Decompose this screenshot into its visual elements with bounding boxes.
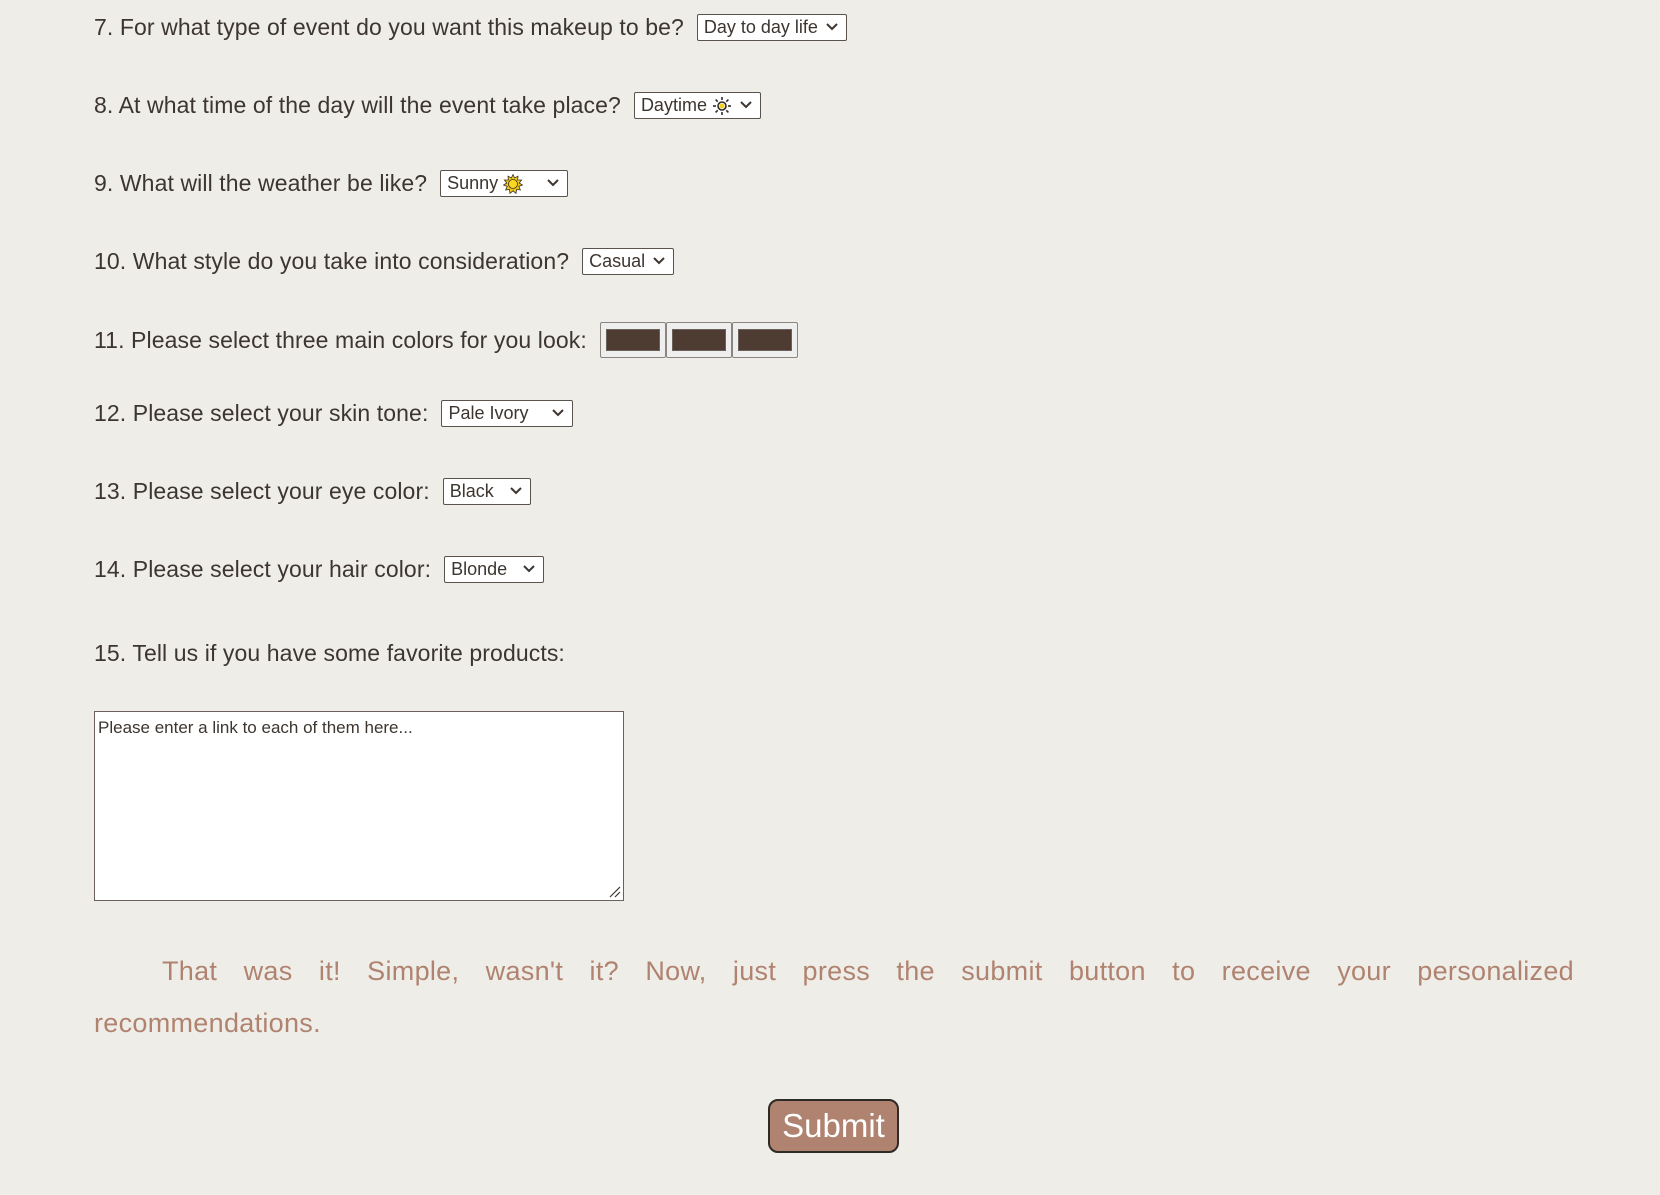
resize-handle-icon[interactable] [609,886,621,898]
sun-yellow-icon [503,173,524,194]
time-of-day-select[interactable]: Daytime [633,92,761,119]
question-13-label: 13. Please select your eye color: [94,478,430,504]
skin-tone-value: Pale Ivory [448,403,529,423]
favorite-products-textarea[interactable]: Please enter a link to each of them here… [94,711,624,901]
hair-color-value: Blonde [451,559,508,579]
submit-button[interactable]: Submit [768,1099,899,1153]
event-type-select[interactable]: Day to day life [696,14,847,41]
event-type-value: Day to day life [703,17,818,37]
hair-color-select[interactable]: Blonde [444,556,545,583]
question-14-label: 14. Please select your hair color: [94,556,432,582]
chevron-down-icon [552,408,565,416]
question-13: 13. Please select your eye color: Black [94,478,531,505]
chevron-down-icon [547,178,559,186]
question-9: 9. What will the weather be like? Sunny [94,170,569,197]
chevron-down-icon [740,100,752,108]
question-8-label: 8. At what time of the day will the even… [94,92,621,118]
skin-tone-select[interactable]: Pale Ivory [441,400,574,427]
color-swatch-3 [737,329,792,351]
chevron-down-icon [653,256,665,264]
question-11-label: 11. Please select three main colors for … [94,326,587,353]
color-swatch-1 [605,329,660,351]
chevron-down-icon [510,486,522,494]
question-10-label: 10. What style do you take into consider… [94,248,570,274]
color-pickers [599,322,798,358]
time-of-day-value: Daytime [640,95,707,115]
question-8: 8. At what time of the day will the even… [94,92,761,119]
question-10: 10. What style do you take into consider… [94,248,675,275]
style-select[interactable]: Casual [582,248,675,275]
favorite-products-placeholder: Please enter a link to each of them here… [98,718,413,737]
chevron-down-icon [523,564,535,572]
weather-select[interactable]: Sunny [440,170,569,197]
weather-value: Sunny [447,173,499,193]
closing-message: That was it! Simple, wasn't it? Now, jus… [94,956,1574,1038]
eye-color-value: Black [449,481,494,501]
question-11: 11. Please select three main colors for … [94,322,798,358]
question-12-label: 12. Please select your skin tone: [94,400,429,426]
chevron-down-icon [826,22,838,30]
color-swatch-2 [671,329,726,351]
question-7-label: 7. For what type of event do you want th… [94,14,684,40]
color-picker-1[interactable] [599,322,666,358]
question-15-label: 15. Tell us if you have some favorite pr… [94,640,565,666]
question-9-label: 9. What will the weather be like? [94,170,428,196]
sun-outline-icon [712,96,731,115]
color-picker-2[interactable] [665,322,732,358]
question-15: 15. Tell us if you have some favorite pr… [94,640,565,667]
question-14: 14. Please select your hair color: Blond… [94,556,545,583]
color-picker-3[interactable] [731,322,798,358]
style-value: Casual [589,251,646,271]
question-7: 7. For what type of event do you want th… [94,14,847,41]
question-12: 12. Please select your skin tone: Pale I… [94,400,574,427]
eye-color-select[interactable]: Black [442,478,531,505]
